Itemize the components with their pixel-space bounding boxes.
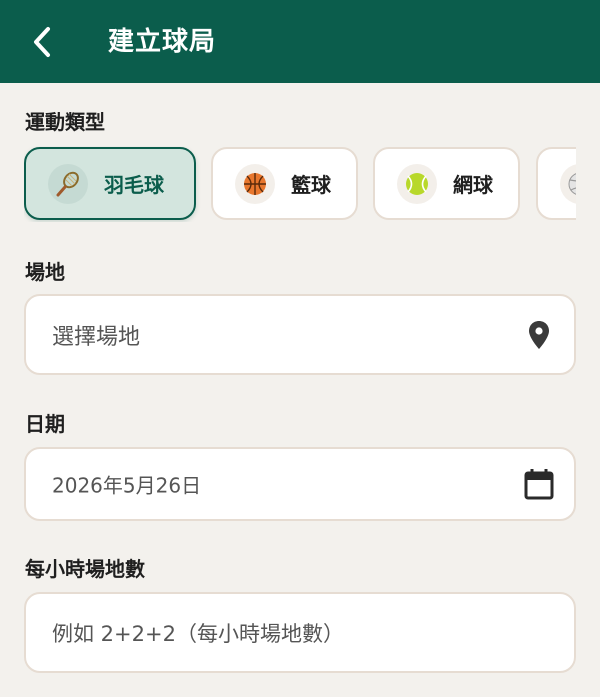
tennis-ball-icon	[397, 163, 437, 204]
sport-type-chip-row[interactable]: 羽毛球 籃球 網球	[24, 146, 576, 222]
sport-chip-volleyball[interactable]	[536, 147, 576, 220]
location-pin-icon[interactable]	[524, 318, 554, 352]
venue-select[interactable]: 選擇場地	[24, 294, 576, 375]
sport-chip-badminton[interactable]: 羽毛球	[24, 147, 196, 220]
date-field[interactable]: 2026年5月26日	[24, 447, 576, 521]
venue-label: 場地	[25, 260, 65, 284]
venue-placeholder: 選擇場地	[52, 324, 141, 350]
courts-per-hour-label: 每小時場地數	[25, 557, 145, 581]
date-value: 2026年5月26日	[52, 473, 202, 498]
app-header: 建立球局	[0, 0, 600, 83]
sport-chip-basketball[interactable]: 籃球	[211, 147, 358, 220]
calendar-icon[interactable]	[524, 467, 554, 501]
basketball-icon	[235, 163, 275, 204]
date-label: 日期	[25, 412, 65, 436]
sport-chip-label: 羽毛球	[104, 173, 164, 197]
sport-chip-label: 網球	[453, 173, 493, 197]
chevron-left-icon	[34, 27, 50, 57]
page-title: 建立球局	[108, 27, 217, 57]
sport-chip-tennis[interactable]: 網球	[373, 147, 520, 220]
badminton-racket-icon	[48, 163, 88, 204]
courts-per-hour-input[interactable]: 例如 2+2+2（每小時場地數）	[24, 592, 576, 673]
sport-type-label: 運動類型	[25, 110, 105, 134]
volleyball-icon	[560, 163, 576, 204]
courts-per-hour-placeholder: 例如 2+2+2（每小時場地數）	[52, 621, 344, 646]
back-button[interactable]	[22, 22, 62, 62]
sport-chip-label: 籃球	[291, 173, 331, 197]
